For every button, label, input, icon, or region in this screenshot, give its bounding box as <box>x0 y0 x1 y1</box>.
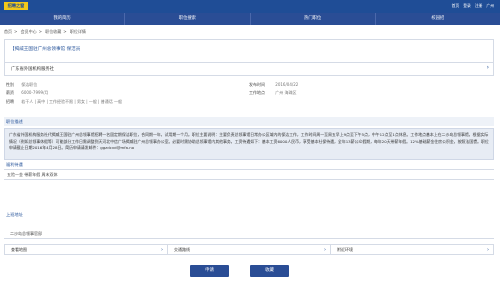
welfare-heading: 福利待遇 <box>4 160 494 169</box>
location-actions: 查看地图 › 交通路线 › 附近环境 › <box>4 244 494 255</box>
company-row[interactable]: 广东省外国机构服务社 › <box>4 62 494 76</box>
apply-button[interactable]: 申请 <box>190 265 229 277</box>
company-name: 广东省外国机构服务社 <box>11 67 54 72</box>
job-info: 性别 保洁职位 薪资 6000-7999/月 招聘 若干人 | 高中 | 工作经… <box>4 76 492 110</box>
main-nav: 我的简历 职位搜索 热门职位 校园招 <box>0 13 500 25</box>
salary-value: 6000-7999/月 <box>21 90 49 95</box>
top-header-bar: 招聘之窗 首页 登录 注册 广州 <box>0 0 500 13</box>
city-link[interactable]: 广州 <box>486 3 494 9</box>
date-value: 2016/04/22 <box>275 82 299 87</box>
site-logo[interactable]: 招聘之窗 <box>4 2 28 10</box>
login-link[interactable]: 登录 <box>463 3 471 9</box>
recruit-value: 若干人 | 高中 | 工作经验不限 | 男女 | 一般 | 普通话 一般 <box>21 99 123 104</box>
job-description: 广东省外国机构服务社代揭威王国驻广州总领事馆招聘一名固定期保洁职位，合同期一年，… <box>4 128 494 160</box>
gender-label: 性别 <box>6 82 14 87</box>
nearby-button[interactable]: 附近环境 › <box>331 245 493 254</box>
crumb-current: 职位详情 <box>69 29 86 34</box>
favorite-button[interactable]: 收藏 <box>250 265 289 277</box>
chevron-right-icon: › <box>486 64 489 71</box>
crumb-member[interactable]: 会员中心 <box>21 29 37 34</box>
view-map-label: 查看地图 <box>11 247 27 252</box>
address-text: 二沙岛总领事官邸 <box>4 229 494 239</box>
job-title-panel: 【揭威王国驻广州总领事馆 保洁员 <box>4 39 494 64</box>
chevron-right-icon: › <box>324 247 326 253</box>
address-heading: 上班地址 <box>4 210 494 219</box>
chevron-right-icon: › <box>487 247 489 253</box>
view-map-button[interactable]: 查看地图 › <box>5 245 168 254</box>
location-label: 工作地点 <box>249 90 265 95</box>
home-link[interactable]: 首页 <box>452 3 460 9</box>
job-title: 【揭威王国驻广州总领事馆 保洁员 <box>10 47 81 52</box>
transit-route-button[interactable]: 交通路线 › <box>168 245 331 254</box>
breadcrumb: 首页 > 会员中心 > 职位收藏 > 职位详情 <box>4 29 86 34</box>
top-links: 首页 登录 注册 广州 <box>452 3 494 9</box>
salary-row: 薪资 6000-7999/月 <box>6 90 48 96</box>
crumb-favorites[interactable]: 职位收藏 <box>45 29 61 34</box>
chevron-right-icon: › <box>161 247 163 253</box>
transit-route-label: 交通路线 <box>174 247 190 252</box>
description-heading: 职位描述 <box>4 117 494 126</box>
recruit-label: 招聘 <box>6 99 14 104</box>
location-value: 广州 海珠区 <box>275 90 297 95</box>
gender-value: 保洁职位 <box>21 82 38 87</box>
welfare-text: 五险一金 带薪年假 周末双休 <box>4 169 494 180</box>
crumb-home[interactable]: 首页 <box>4 29 12 34</box>
gender-row: 性别 保洁职位 <box>6 82 37 88</box>
nearby-label: 附近环境 <box>337 247 353 252</box>
location-row: 工作地点 广州 海珠区 <box>249 90 297 96</box>
salary-label: 薪资 <box>6 90 14 95</box>
date-label: 发布时间 <box>249 82 265 87</box>
date-row: 发布时间 2016/04/22 <box>249 82 298 88</box>
recruit-row: 招聘 若干人 | 高中 | 工作经验不限 | 男女 | 一般 | 普通话 一般 <box>6 99 122 105</box>
nav-my-resume[interactable]: 我的简历 <box>0 13 126 25</box>
register-link[interactable]: 注册 <box>475 3 483 9</box>
nav-job-search[interactable]: 职位搜索 <box>125 13 251 25</box>
nav-hot-jobs[interactable]: 热门职位 <box>251 13 376 25</box>
nav-campus[interactable]: 校园招 <box>376 13 500 25</box>
